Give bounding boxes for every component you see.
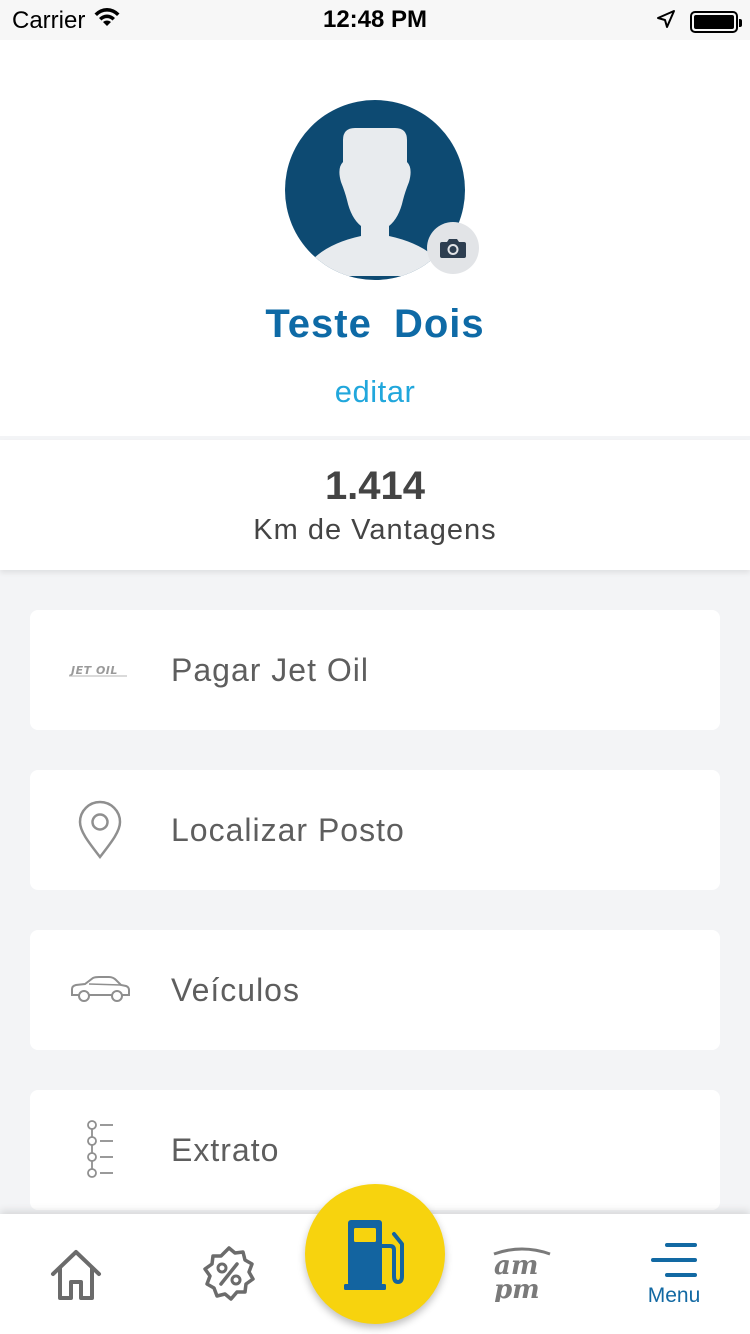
menu-item-pay-jet-oil[interactable]: JET OIL Pagar Jet Oil [30, 610, 720, 730]
menu-item-label: Pagar Jet Oil [171, 652, 369, 688]
profile-header: Teste Dois editar [0, 40, 750, 436]
menu-item-label: Veículos [171, 972, 300, 1008]
menu-item-label: Extrato [171, 1132, 280, 1168]
jet-oil-logo-icon: JET OIL [60, 610, 140, 730]
points-label: Km de Vantagens [253, 514, 497, 546]
camera-icon [440, 239, 466, 258]
menu-lines-icon [651, 1243, 697, 1277]
points-value: 1.414 [324, 464, 426, 508]
tab-home[interactable] [26, 1214, 126, 1334]
status-bar: Carrier 12:48 PM [0, 0, 750, 40]
points-card: 1.414 Km de Vantagens [0, 440, 750, 570]
menu-item-vehicles[interactable]: Veículos [30, 930, 720, 1050]
tab-discounts[interactable] [179, 1214, 279, 1334]
tab-ampm[interactable]: am pm [472, 1214, 572, 1334]
status-time: 12:48 PM [322, 6, 428, 33]
location-pin-icon [60, 770, 140, 890]
ampm-logo-icon: am pm [493, 1247, 551, 1302]
edit-profile-link[interactable]: editar [0, 374, 750, 410]
menu-item-label: Localizar Posto [171, 812, 405, 848]
menu-item-find-station[interactable]: Localizar Posto [30, 770, 720, 890]
home-icon [51, 1250, 101, 1300]
status-right [656, 8, 742, 36]
location-arrow-icon [656, 8, 676, 36]
tab-menu-label: Menu [647, 1284, 701, 1307]
svg-text:JET OIL: JET OIL [69, 664, 118, 677]
statement-list-icon [60, 1090, 140, 1210]
discount-badge-icon [203, 1246, 255, 1301]
tab-menu[interactable]: Menu [624, 1214, 724, 1334]
battery-icon [690, 11, 742, 33]
car-icon [60, 930, 140, 1050]
change-photo-button[interactable] [427, 222, 479, 274]
fuel-pump-icon [344, 1220, 404, 1290]
profile-name: Teste Dois [265, 302, 485, 346]
fuel-pay-button[interactable] [305, 1184, 445, 1324]
svg-text:pm: pm [494, 1275, 540, 1302]
